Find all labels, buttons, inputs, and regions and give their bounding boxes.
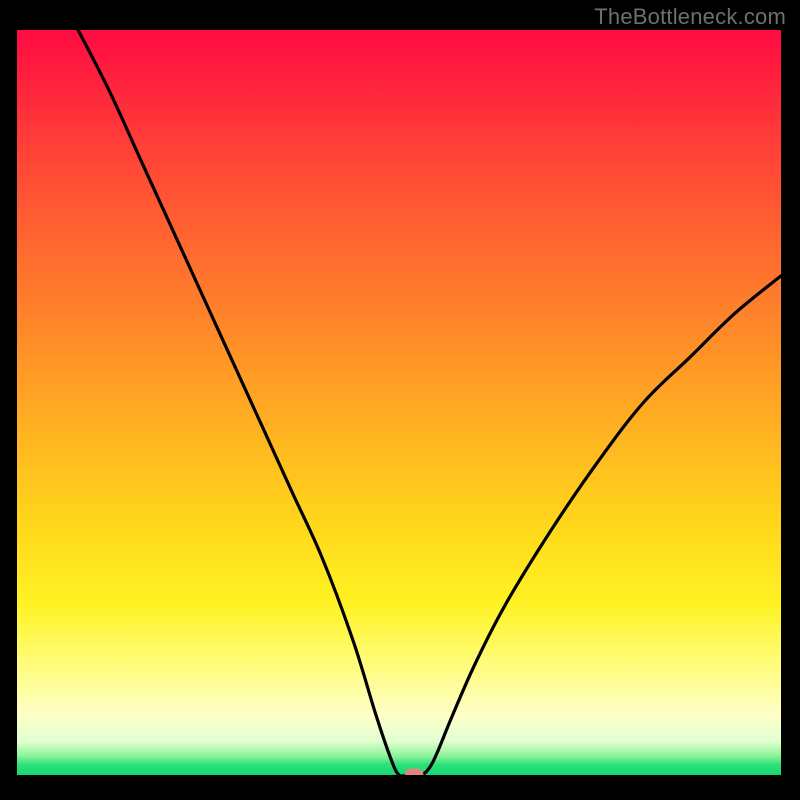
attribution-label: TheBottleneck.com <box>594 4 786 30</box>
plot-area <box>17 30 781 775</box>
optimal-point-marker <box>405 769 424 776</box>
chart-frame: TheBottleneck.com <box>0 0 800 800</box>
bottleneck-curve <box>17 30 781 775</box>
